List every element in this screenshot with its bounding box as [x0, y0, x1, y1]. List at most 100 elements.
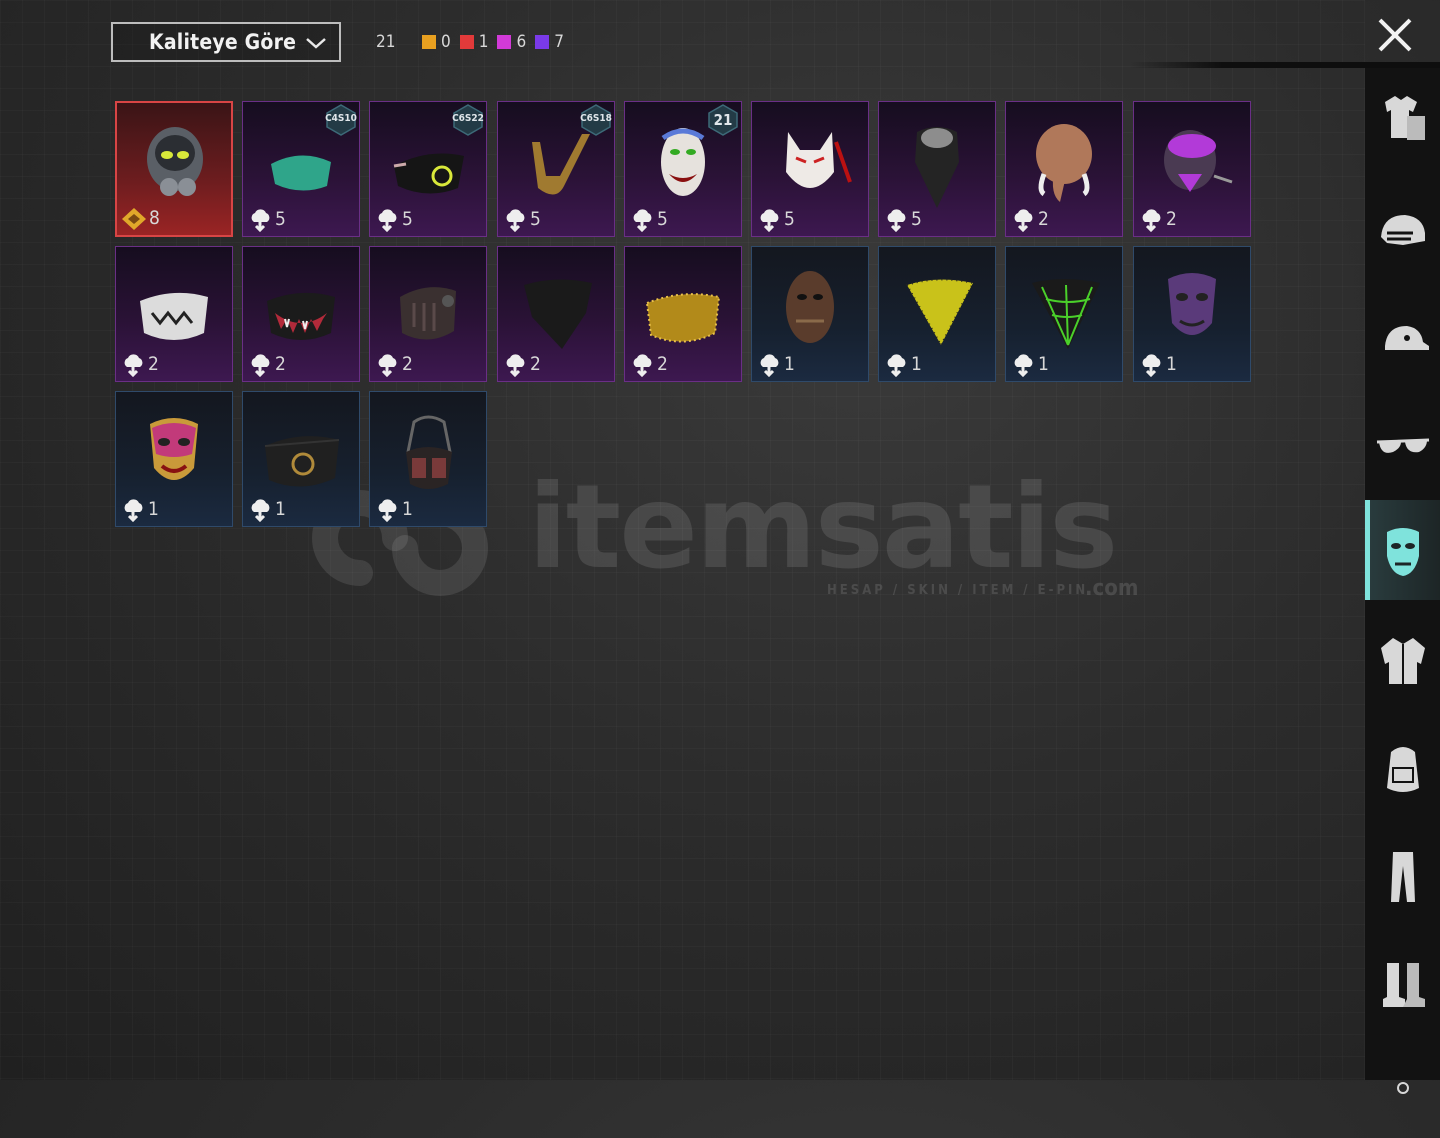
item-card[interactable]: 5 — [751, 101, 869, 237]
iron-gas-mask-icon — [147, 127, 203, 196]
black-gold-emblem-mask-icon — [264, 436, 340, 487]
season-badge-label: C6S18 — [580, 113, 612, 124]
item-card[interactable]: 1 — [115, 391, 233, 527]
item-quantity: 2 — [1038, 208, 1049, 230]
mythic-count: 1 — [478, 32, 489, 52]
item-quantity: 2 — [402, 353, 413, 375]
sort-dropdown[interactable]: Kaliteye Göre — [111, 22, 341, 62]
total-item-count: 21 — [376, 32, 396, 52]
item-card[interactable]: C6S22 5 — [369, 101, 487, 237]
more-icon — [1396, 1082, 1409, 1094]
item-quantity: 1 — [911, 353, 922, 375]
item-quantity: 1 — [784, 353, 795, 375]
item-card[interactable]: 2 — [497, 246, 615, 382]
cloud-download-icon — [887, 209, 906, 232]
kitsune-mask-icon — [786, 132, 852, 188]
item-quantity: 2 — [657, 353, 668, 375]
cloud-download-icon — [251, 209, 270, 232]
chevron-down-icon — [306, 38, 326, 49]
item-quantity: 5 — [275, 208, 286, 230]
cloud-download-icon — [124, 354, 143, 377]
item-quantity: 1 — [1038, 353, 1049, 375]
cloud-download-icon — [124, 499, 143, 522]
cloud-download-icon — [1142, 209, 1161, 232]
cloud-download-icon — [251, 354, 270, 377]
season-badge-label: C6S22 — [452, 113, 484, 124]
sidebar-item-more[interactable] — [1365, 1038, 1440, 1138]
backpack-icon — [1386, 747, 1419, 792]
item-card[interactable]: C6S18 5 — [497, 101, 615, 237]
item-quantity: 5 — [657, 208, 668, 230]
quality-counts: 0 1 6 7 — [422, 32, 573, 52]
item-card[interactable]: 2 — [115, 246, 233, 382]
cloud-download-icon — [633, 209, 652, 232]
cloud-download-icon — [378, 209, 397, 232]
item-quantity: 1 — [275, 498, 286, 520]
item-card[interactable]: 2 — [1005, 101, 1123, 237]
gold-glitter-mask-icon — [645, 293, 721, 343]
rusty-hockey-mask-icon — [786, 271, 834, 343]
item-card[interactable]: C4S10 5 — [242, 101, 360, 237]
item-card[interactable]: 1 — [369, 391, 487, 527]
mammoth-mask-icon — [1036, 124, 1092, 202]
cloud-download-icon — [1142, 354, 1161, 377]
item-card[interactable]: 5 — [878, 101, 996, 237]
quality-count-mythic: 1 — [459, 32, 489, 52]
cloud-download-icon — [633, 354, 652, 377]
outfit-icon — [1384, 96, 1425, 140]
tactical-respirator-icon — [406, 415, 452, 489]
rare-color-square — [535, 35, 550, 49]
item-card[interactable]: 2 — [369, 246, 487, 382]
item-card[interactable]: 8 — [115, 101, 233, 237]
season-badge-label: C4S10 — [325, 113, 357, 124]
cloud-download-icon — [1014, 354, 1033, 377]
sidebar-item-helmet[interactable] — [1365, 183, 1440, 283]
spiderweb-bandana-icon — [1032, 279, 1100, 349]
sidebar-item-glasses[interactable] — [1365, 398, 1440, 498]
mythic-color-square — [459, 35, 474, 49]
watermark-domain: .com — [1085, 576, 1139, 601]
sidebar-item-outfit[interactable] — [1365, 68, 1440, 168]
sidebar-item-boots[interactable] — [1365, 933, 1440, 1033]
item-quantity: 2 — [275, 353, 286, 375]
item-card[interactable]: 1 — [242, 391, 360, 527]
sidebar-item-cap[interactable] — [1365, 290, 1440, 390]
fangs-face-mask-icon — [267, 292, 335, 340]
cloud-download-icon — [506, 209, 525, 232]
jacket-icon — [1380, 638, 1425, 684]
item-quantity: 8 — [149, 207, 160, 229]
season-badge-label: 21 — [713, 111, 733, 129]
quality-count-epic: 6 — [497, 32, 526, 52]
category-sidebar — [1365, 68, 1440, 1094]
sidebar-item-backpack[interactable] — [1365, 718, 1440, 818]
item-card[interactable]: 2 — [624, 246, 742, 382]
cloud-download-icon — [378, 354, 397, 377]
pink-gold-theater-mask-icon — [150, 418, 198, 480]
quality-count-legendary: 0 — [422, 32, 451, 52]
cloud-download-icon — [251, 499, 270, 522]
item-card[interactable]: 1 — [1133, 246, 1251, 382]
item-quantity: 1 — [1166, 353, 1177, 375]
armored-jaw-mask-icon — [400, 287, 456, 340]
close-icon[interactable] — [1374, 14, 1416, 56]
sidebar-item-mask[interactable] — [1365, 500, 1440, 600]
item-quantity: 5 — [911, 208, 922, 230]
sidebar-item-pants[interactable] — [1365, 826, 1440, 926]
item-card[interactable]: 1 — [751, 246, 869, 382]
premium-crate-icon — [122, 208, 146, 230]
item-card[interactable]: 21 5 — [624, 101, 742, 237]
item-card[interactable]: 1 — [1005, 246, 1123, 382]
purple-respirator-icon — [1164, 130, 1233, 192]
black-bandana-icon — [524, 279, 592, 349]
cloud-download-icon — [1014, 209, 1033, 232]
cloud-download-icon — [760, 209, 779, 232]
cap-icon — [1384, 326, 1429, 350]
cloud-download-icon — [760, 354, 779, 377]
cloud-download-icon — [378, 499, 397, 522]
item-card[interactable]: 1 — [878, 246, 996, 382]
sidebar-item-jacket[interactable] — [1365, 610, 1440, 710]
yellow-dot-bandana-icon — [905, 278, 975, 348]
item-card[interactable]: 2 — [1133, 101, 1251, 237]
item-card[interactable]: 2 — [242, 246, 360, 382]
item-quantity: 1 — [148, 498, 159, 520]
